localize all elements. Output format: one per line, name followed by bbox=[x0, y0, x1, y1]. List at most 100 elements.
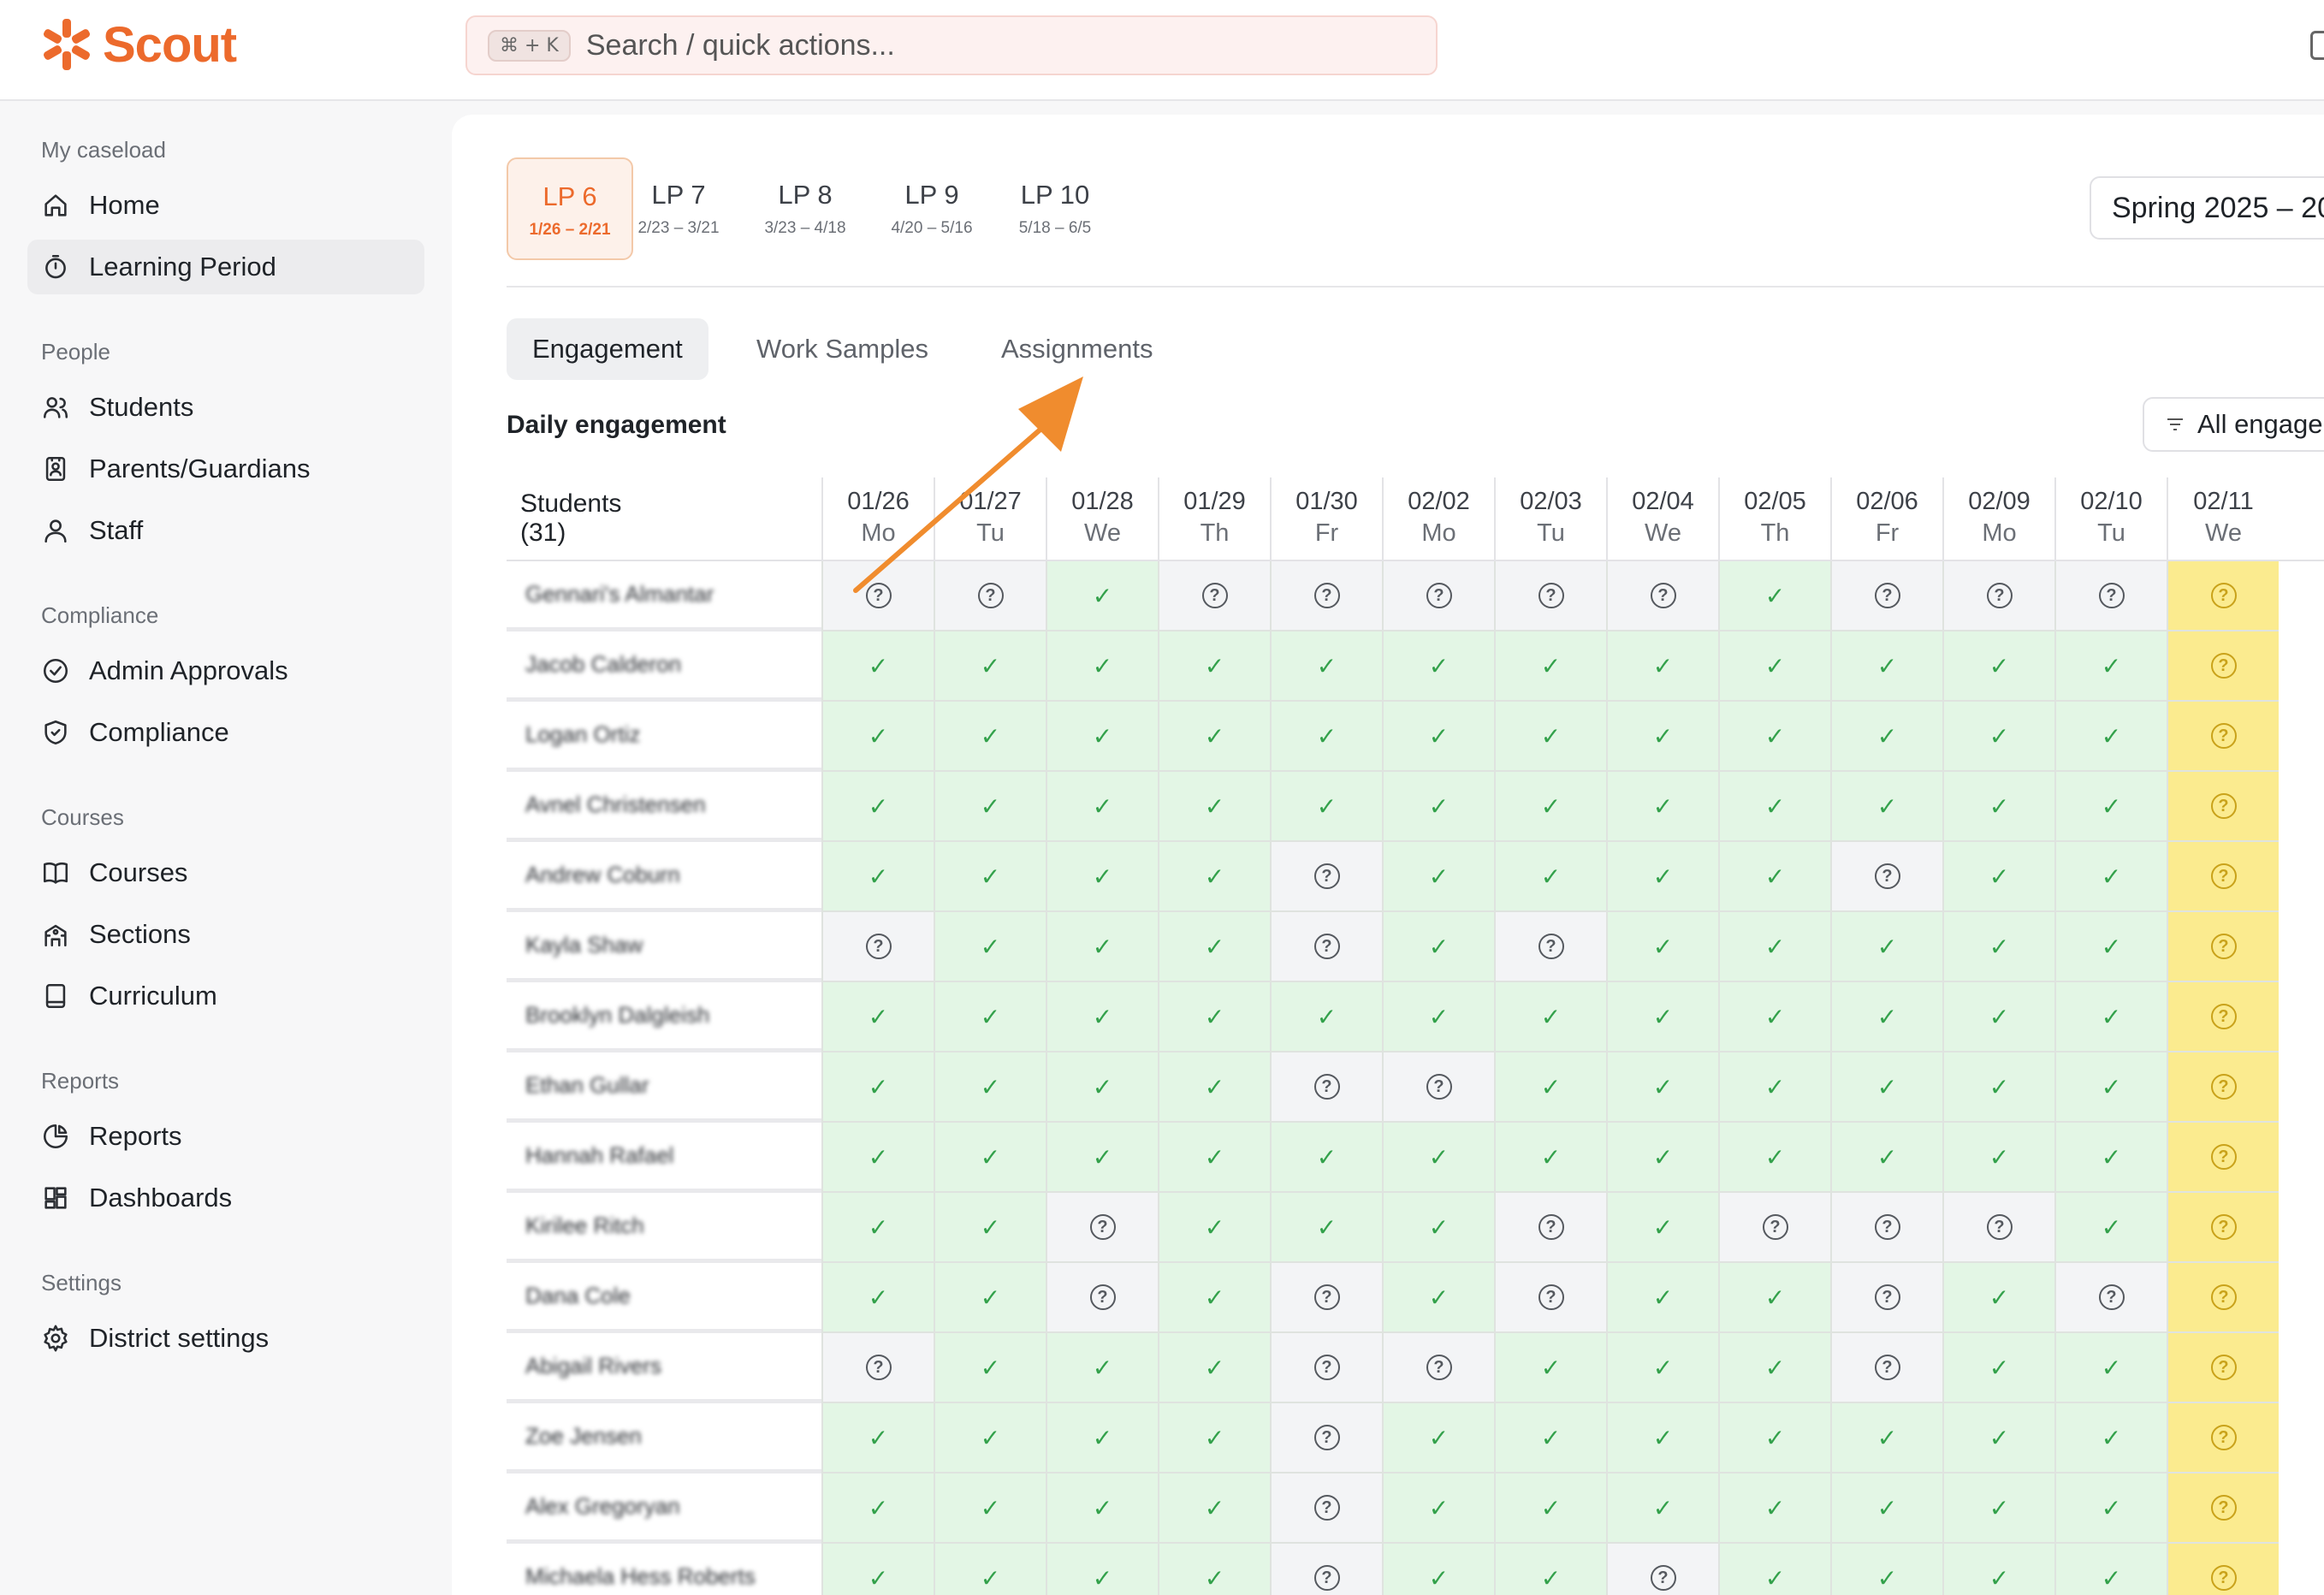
engagement-cell[interactable]: ✓ bbox=[821, 1193, 934, 1263]
engagement-cell[interactable]: ✓ bbox=[1718, 702, 1830, 772]
engagement-cell[interactable]: ✓ bbox=[1606, 1333, 1718, 1403]
engagement-cell[interactable]: ✓ bbox=[1158, 702, 1270, 772]
engagement-cell[interactable]: ✓ bbox=[821, 842, 934, 912]
engagement-cell[interactable]: ✓ bbox=[1046, 982, 1158, 1052]
engagement-cell[interactable]: ✓ bbox=[1606, 631, 1718, 702]
engagement-cell[interactable]: ✓ bbox=[2054, 1473, 2167, 1544]
user-menu-icon[interactable] bbox=[2310, 31, 2324, 60]
engagement-cell[interactable]: ? bbox=[1606, 561, 1718, 631]
student-name-cell[interactable]: Avnel Christensen bbox=[507, 772, 821, 842]
engagement-cell[interactable]: ✓ bbox=[1046, 912, 1158, 982]
engagement-cell[interactable]: ✓ bbox=[934, 1052, 1046, 1123]
engagement-cell[interactable]: ✓ bbox=[1830, 1123, 1942, 1193]
engagement-cell[interactable]: ✓ bbox=[1494, 1544, 1606, 1595]
engagement-cell[interactable]: ✓ bbox=[1494, 631, 1606, 702]
engagement-cell[interactable]: ✓ bbox=[934, 912, 1046, 982]
engagement-cell[interactable]: ✓ bbox=[2054, 912, 2167, 982]
engagement-cell[interactable]: ? bbox=[1942, 1193, 2054, 1263]
engagement-cell[interactable]: ? bbox=[1270, 1473, 1382, 1544]
student-name-cell[interactable]: Kayla Shaw bbox=[507, 912, 821, 982]
engagement-cell[interactable]: ? bbox=[1270, 1333, 1382, 1403]
engagement-cell[interactable]: ✓ bbox=[1494, 842, 1606, 912]
engagement-cell[interactable]: ✓ bbox=[1494, 982, 1606, 1052]
engagement-filter-button[interactable]: All engager bbox=[2143, 397, 2324, 452]
engagement-cell[interactable]: ? bbox=[2167, 1473, 2279, 1544]
engagement-cell[interactable]: ✓ bbox=[1718, 1333, 1830, 1403]
engagement-cell[interactable]: ✓ bbox=[821, 1403, 934, 1473]
engagement-cell[interactable]: ✓ bbox=[1158, 772, 1270, 842]
engagement-cell[interactable]: ✓ bbox=[1382, 982, 1494, 1052]
engagement-cell[interactable]: ✓ bbox=[1046, 631, 1158, 702]
engagement-cell[interactable]: ? bbox=[1270, 1403, 1382, 1473]
tab-work-samples[interactable]: Work Samples bbox=[731, 318, 954, 380]
engagement-cell[interactable]: ✓ bbox=[934, 702, 1046, 772]
student-name-cell[interactable]: Hannah Rafael bbox=[507, 1123, 821, 1193]
engagement-cell[interactable]: ? bbox=[1942, 561, 2054, 631]
engagement-cell[interactable]: ✓ bbox=[1718, 1263, 1830, 1333]
engagement-cell[interactable]: ? bbox=[1382, 1333, 1494, 1403]
sidebar-item-students[interactable]: Students bbox=[27, 380, 424, 435]
engagement-cell[interactable]: ? bbox=[1270, 1263, 1382, 1333]
engagement-cell[interactable]: ✓ bbox=[1718, 842, 1830, 912]
engagement-cell[interactable]: ? bbox=[821, 912, 934, 982]
engagement-cell[interactable]: ✓ bbox=[934, 1544, 1046, 1595]
engagement-cell[interactable]: ? bbox=[2167, 1263, 2279, 1333]
sidebar-item-reports[interactable]: Reports bbox=[27, 1109, 424, 1164]
sidebar-item-staff[interactable]: Staff bbox=[27, 503, 424, 558]
engagement-cell[interactable]: ✓ bbox=[1158, 1052, 1270, 1123]
engagement-cell[interactable]: ✓ bbox=[1718, 912, 1830, 982]
engagement-cell[interactable]: ✓ bbox=[1270, 631, 1382, 702]
engagement-cell[interactable]: ✓ bbox=[1494, 1333, 1606, 1403]
engagement-cell[interactable]: ✓ bbox=[1158, 1333, 1270, 1403]
engagement-cell[interactable]: ✓ bbox=[1382, 631, 1494, 702]
engagement-cell[interactable]: ✓ bbox=[1046, 1333, 1158, 1403]
engagement-cell[interactable]: ✓ bbox=[2054, 772, 2167, 842]
engagement-cell[interactable]: ? bbox=[1494, 1263, 1606, 1333]
engagement-cell[interactable]: ✓ bbox=[1046, 772, 1158, 842]
engagement-cell[interactable]: ✓ bbox=[1046, 561, 1158, 631]
engagement-cell[interactable]: ✓ bbox=[1830, 1052, 1942, 1123]
engagement-cell[interactable]: ✓ bbox=[1606, 912, 1718, 982]
student-name-cell[interactable]: Dana Cole bbox=[507, 1263, 821, 1333]
engagement-cell[interactable]: ✓ bbox=[1606, 1052, 1718, 1123]
engagement-cell[interactable]: ? bbox=[2167, 982, 2279, 1052]
engagement-cell[interactable]: ✓ bbox=[1718, 1403, 1830, 1473]
engagement-cell[interactable]: ? bbox=[821, 561, 934, 631]
engagement-cell[interactable]: ? bbox=[2167, 1544, 2279, 1595]
engagement-cell[interactable]: ✓ bbox=[1158, 1193, 1270, 1263]
engagement-cell[interactable]: ? bbox=[1830, 1263, 1942, 1333]
engagement-cell[interactable]: ✓ bbox=[1718, 561, 1830, 631]
engagement-cell[interactable]: ✓ bbox=[1942, 842, 2054, 912]
student-name-cell[interactable]: Alex Gregoryan bbox=[507, 1473, 821, 1544]
engagement-cell[interactable]: ✓ bbox=[821, 1123, 934, 1193]
engagement-cell[interactable]: ? bbox=[1382, 561, 1494, 631]
engagement-cell[interactable]: ? bbox=[1494, 561, 1606, 631]
engagement-cell[interactable]: ✓ bbox=[2054, 702, 2167, 772]
engagement-cell[interactable]: ✓ bbox=[1382, 1473, 1494, 1544]
engagement-cell[interactable]: ✓ bbox=[1382, 1544, 1494, 1595]
engagement-cell[interactable]: ? bbox=[2167, 1052, 2279, 1123]
engagement-cell[interactable]: ✓ bbox=[1046, 1544, 1158, 1595]
engagement-cell[interactable]: ? bbox=[1830, 561, 1942, 631]
engagement-cell[interactable]: ✓ bbox=[934, 631, 1046, 702]
engagement-cell[interactable]: ✓ bbox=[1718, 1052, 1830, 1123]
engagement-cell[interactable]: ? bbox=[934, 561, 1046, 631]
engagement-cell[interactable]: ✓ bbox=[934, 772, 1046, 842]
engagement-cell[interactable]: ✓ bbox=[934, 842, 1046, 912]
engagement-cell[interactable]: ✓ bbox=[1494, 1052, 1606, 1123]
engagement-cell[interactable]: ✓ bbox=[1942, 1473, 2054, 1544]
engagement-cell[interactable]: ✓ bbox=[1046, 1403, 1158, 1473]
engagement-cell[interactable]: ✓ bbox=[1942, 1263, 2054, 1333]
student-name-cell[interactable]: Brooklyn Dalgleish bbox=[507, 982, 821, 1052]
engagement-cell[interactable]: ? bbox=[1046, 1263, 1158, 1333]
engagement-cell[interactable]: ✓ bbox=[1718, 631, 1830, 702]
engagement-cell[interactable]: ✓ bbox=[1270, 1193, 1382, 1263]
student-name-cell[interactable]: Andrew Coburn bbox=[507, 842, 821, 912]
sidebar-item-courses[interactable]: Courses bbox=[27, 845, 424, 900]
engagement-cell[interactable]: ✓ bbox=[1158, 1403, 1270, 1473]
engagement-cell[interactable]: ✓ bbox=[1046, 702, 1158, 772]
engagement-cell[interactable]: ✓ bbox=[2054, 631, 2167, 702]
student-name-cell[interactable]: Jacob Calderon bbox=[507, 631, 821, 702]
engagement-cell[interactable]: ✓ bbox=[934, 982, 1046, 1052]
lp-tab-lp-8[interactable]: LP 8 3/23 – 4/18 bbox=[751, 157, 859, 260]
